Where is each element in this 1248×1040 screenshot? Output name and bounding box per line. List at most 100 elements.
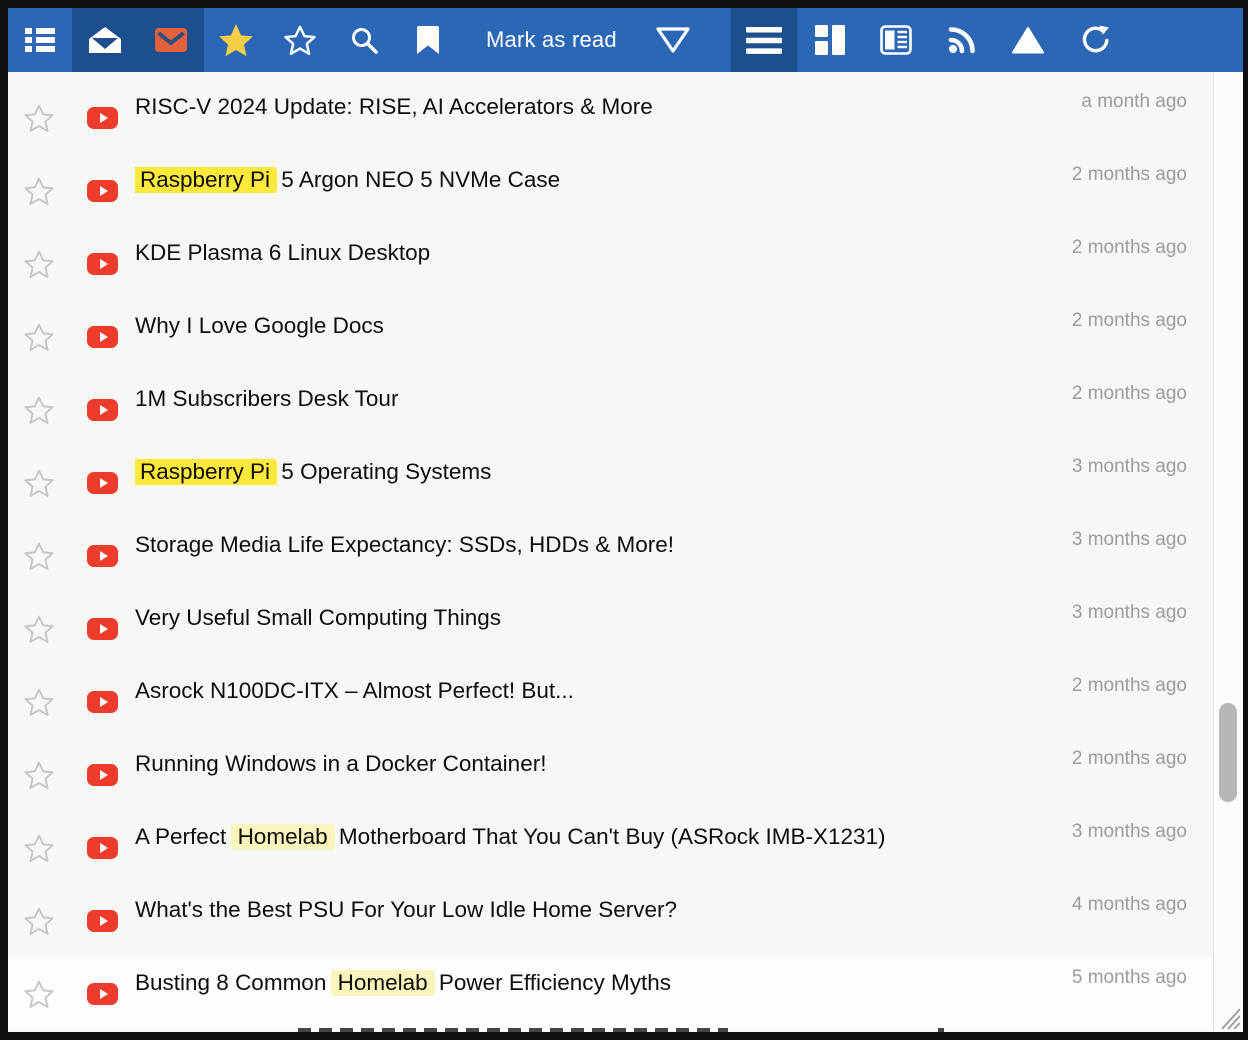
read-mail-button[interactable] — [72, 8, 138, 72]
toolbar: Mark as read — [8, 8, 1243, 72]
item-timestamp: 2 months ago — [1072, 748, 1187, 770]
youtube-icon — [87, 107, 118, 129]
youtube-icon — [87, 837, 118, 859]
search-icon — [350, 26, 378, 54]
bookmark-icon — [417, 26, 439, 54]
list-item[interactable]: Very Useful Small Computing Things 3 mon… — [8, 592, 1213, 665]
youtube-icon — [87, 253, 118, 275]
youtube-icon — [87, 180, 118, 202]
item-title: Why I Love Google Docs — [135, 313, 1063, 339]
item-title: RISC-V 2024 Update: RISE, AI Accelerator… — [135, 94, 1063, 120]
star-filled-icon — [218, 23, 254, 57]
item-title: Raspberry Pi 5 Argon NEO 5 NVMe Case — [135, 167, 1063, 193]
youtube-icon — [87, 618, 118, 640]
item-timestamp: 2 months ago — [1072, 383, 1187, 405]
list-item[interactable]: Why I Love Google Docs 2 months ago — [8, 300, 1213, 373]
star-icon[interactable] — [24, 322, 54, 351]
list-item[interactable]: Asrock N100DC-ITX – Almost Perfect! But.… — [8, 665, 1213, 738]
item-title: Very Useful Small Computing Things — [135, 605, 1063, 631]
content-area: RISC-V 2024 Update: RISE, AI Accelerator… — [8, 72, 1243, 1032]
clipped-next-row — [298, 1028, 728, 1032]
item-title: KDE Plasma 6 Linux Desktop — [135, 240, 1063, 266]
item-timestamp: 5 months ago — [1072, 967, 1187, 989]
mark-as-read-label: Mark as read — [486, 27, 617, 53]
star-outline-icon — [284, 25, 316, 55]
bookmark-button[interactable] — [396, 8, 460, 72]
layout-button[interactable] — [797, 8, 863, 72]
youtube-icon — [87, 910, 118, 932]
mark-as-read-button[interactable]: Mark as read — [460, 8, 717, 72]
list-item[interactable]: What's the Best PSU For Your Low Idle Ho… — [8, 884, 1213, 957]
scrollbar-track[interactable] — [1213, 72, 1243, 1032]
item-title: A Perfect Homelab Motherboard That You C… — [135, 824, 1063, 850]
feeds-button[interactable] — [929, 8, 995, 72]
star-icon[interactable] — [24, 249, 54, 278]
clipped-next-row-fragment — [938, 1028, 944, 1032]
list-item[interactable]: Running Windows in a Docker Container! 2… — [8, 738, 1213, 811]
unread-mail-button[interactable] — [138, 8, 204, 72]
star-icon[interactable] — [24, 906, 54, 935]
list-item[interactable]: Busting 8 Common Homelab Power Efficienc… — [8, 957, 1213, 1030]
item-timestamp: 2 months ago — [1072, 164, 1187, 186]
item-timestamp: 2 months ago — [1072, 310, 1187, 332]
star-icon[interactable] — [24, 541, 54, 570]
resize-grip-icon[interactable] — [1218, 1005, 1240, 1029]
star-icon[interactable] — [24, 979, 54, 1008]
rss-icon — [947, 25, 977, 55]
star-icon[interactable] — [24, 103, 54, 132]
youtube-icon — [87, 983, 118, 1005]
search-button[interactable] — [332, 8, 396, 72]
star-icon[interactable] — [24, 395, 54, 424]
item-timestamp: a month ago — [1081, 91, 1187, 113]
youtube-icon — [87, 326, 118, 348]
youtube-icon — [87, 472, 118, 494]
item-title: Asrock N100DC-ITX – Almost Perfect! But.… — [135, 678, 1063, 704]
item-timestamp: 3 months ago — [1072, 456, 1187, 478]
triangle-up-icon — [1012, 27, 1044, 54]
item-timestamp: 3 months ago — [1072, 821, 1187, 843]
youtube-icon — [87, 545, 118, 567]
reader-view-button[interactable] — [863, 8, 929, 72]
app-window: Mark as read — [8, 8, 1243, 1032]
unread-envelope-icon — [155, 28, 187, 52]
grid-icon — [815, 25, 845, 55]
scroll-to-top-button[interactable] — [995, 8, 1061, 72]
star-icon[interactable] — [24, 614, 54, 643]
envelope-button-group — [72, 8, 204, 72]
list-item[interactable]: Raspberry Pi 5 Argon NEO 5 NVMe Case 2 m… — [8, 154, 1213, 227]
list-item[interactable]: KDE Plasma 6 Linux Desktop 2 months ago — [8, 227, 1213, 300]
article-list: RISC-V 2024 Update: RISE, AI Accelerator… — [8, 72, 1213, 1032]
star-icon[interactable] — [24, 176, 54, 205]
star-icon[interactable] — [24, 833, 54, 862]
item-title: What's the Best PSU For Your Low Idle Ho… — [135, 897, 1063, 923]
scrollbar-thumb[interactable] — [1219, 703, 1237, 802]
item-timestamp: 4 months ago — [1072, 894, 1187, 916]
item-title: Busting 8 Common Homelab Power Efficienc… — [135, 970, 1063, 996]
refresh-button[interactable] — [1061, 8, 1127, 72]
open-envelope-icon — [89, 27, 121, 53]
item-title: Storage Media Life Expectancy: SSDs, HDD… — [135, 532, 1063, 558]
reader-icon — [880, 25, 912, 55]
item-title: Raspberry Pi 5 Operating Systems — [135, 459, 1063, 485]
list-view-button[interactable] — [8, 8, 72, 72]
unflagged-filter-button[interactable] — [268, 8, 332, 72]
star-icon[interactable] — [24, 468, 54, 497]
youtube-icon — [87, 691, 118, 713]
list-item[interactable]: RISC-V 2024 Update: RISE, AI Accelerator… — [8, 81, 1213, 154]
list-item[interactable]: 1M Subscribers Desk Tour 2 months ago — [8, 373, 1213, 446]
list-item[interactable]: Raspberry Pi 5 Operating Systems 3 month… — [8, 446, 1213, 519]
filter-dropdown-icon — [655, 26, 691, 54]
item-title: Running Windows in a Docker Container! — [135, 751, 1063, 777]
list-item[interactable]: Storage Media Life Expectancy: SSDs, HDD… — [8, 519, 1213, 592]
refresh-icon — [1079, 25, 1109, 55]
hamburger-icon — [746, 27, 782, 54]
menu-button[interactable] — [731, 8, 797, 72]
star-icon[interactable] — [24, 687, 54, 716]
list-item[interactable]: A Perfect Homelab Motherboard That You C… — [8, 811, 1213, 884]
youtube-icon — [87, 399, 118, 421]
item-timestamp: 2 months ago — [1072, 675, 1187, 697]
list-icon — [25, 27, 55, 53]
flagged-filter-button[interactable] — [204, 8, 268, 72]
star-icon[interactable] — [24, 760, 54, 789]
item-timestamp: 2 months ago — [1072, 237, 1187, 259]
